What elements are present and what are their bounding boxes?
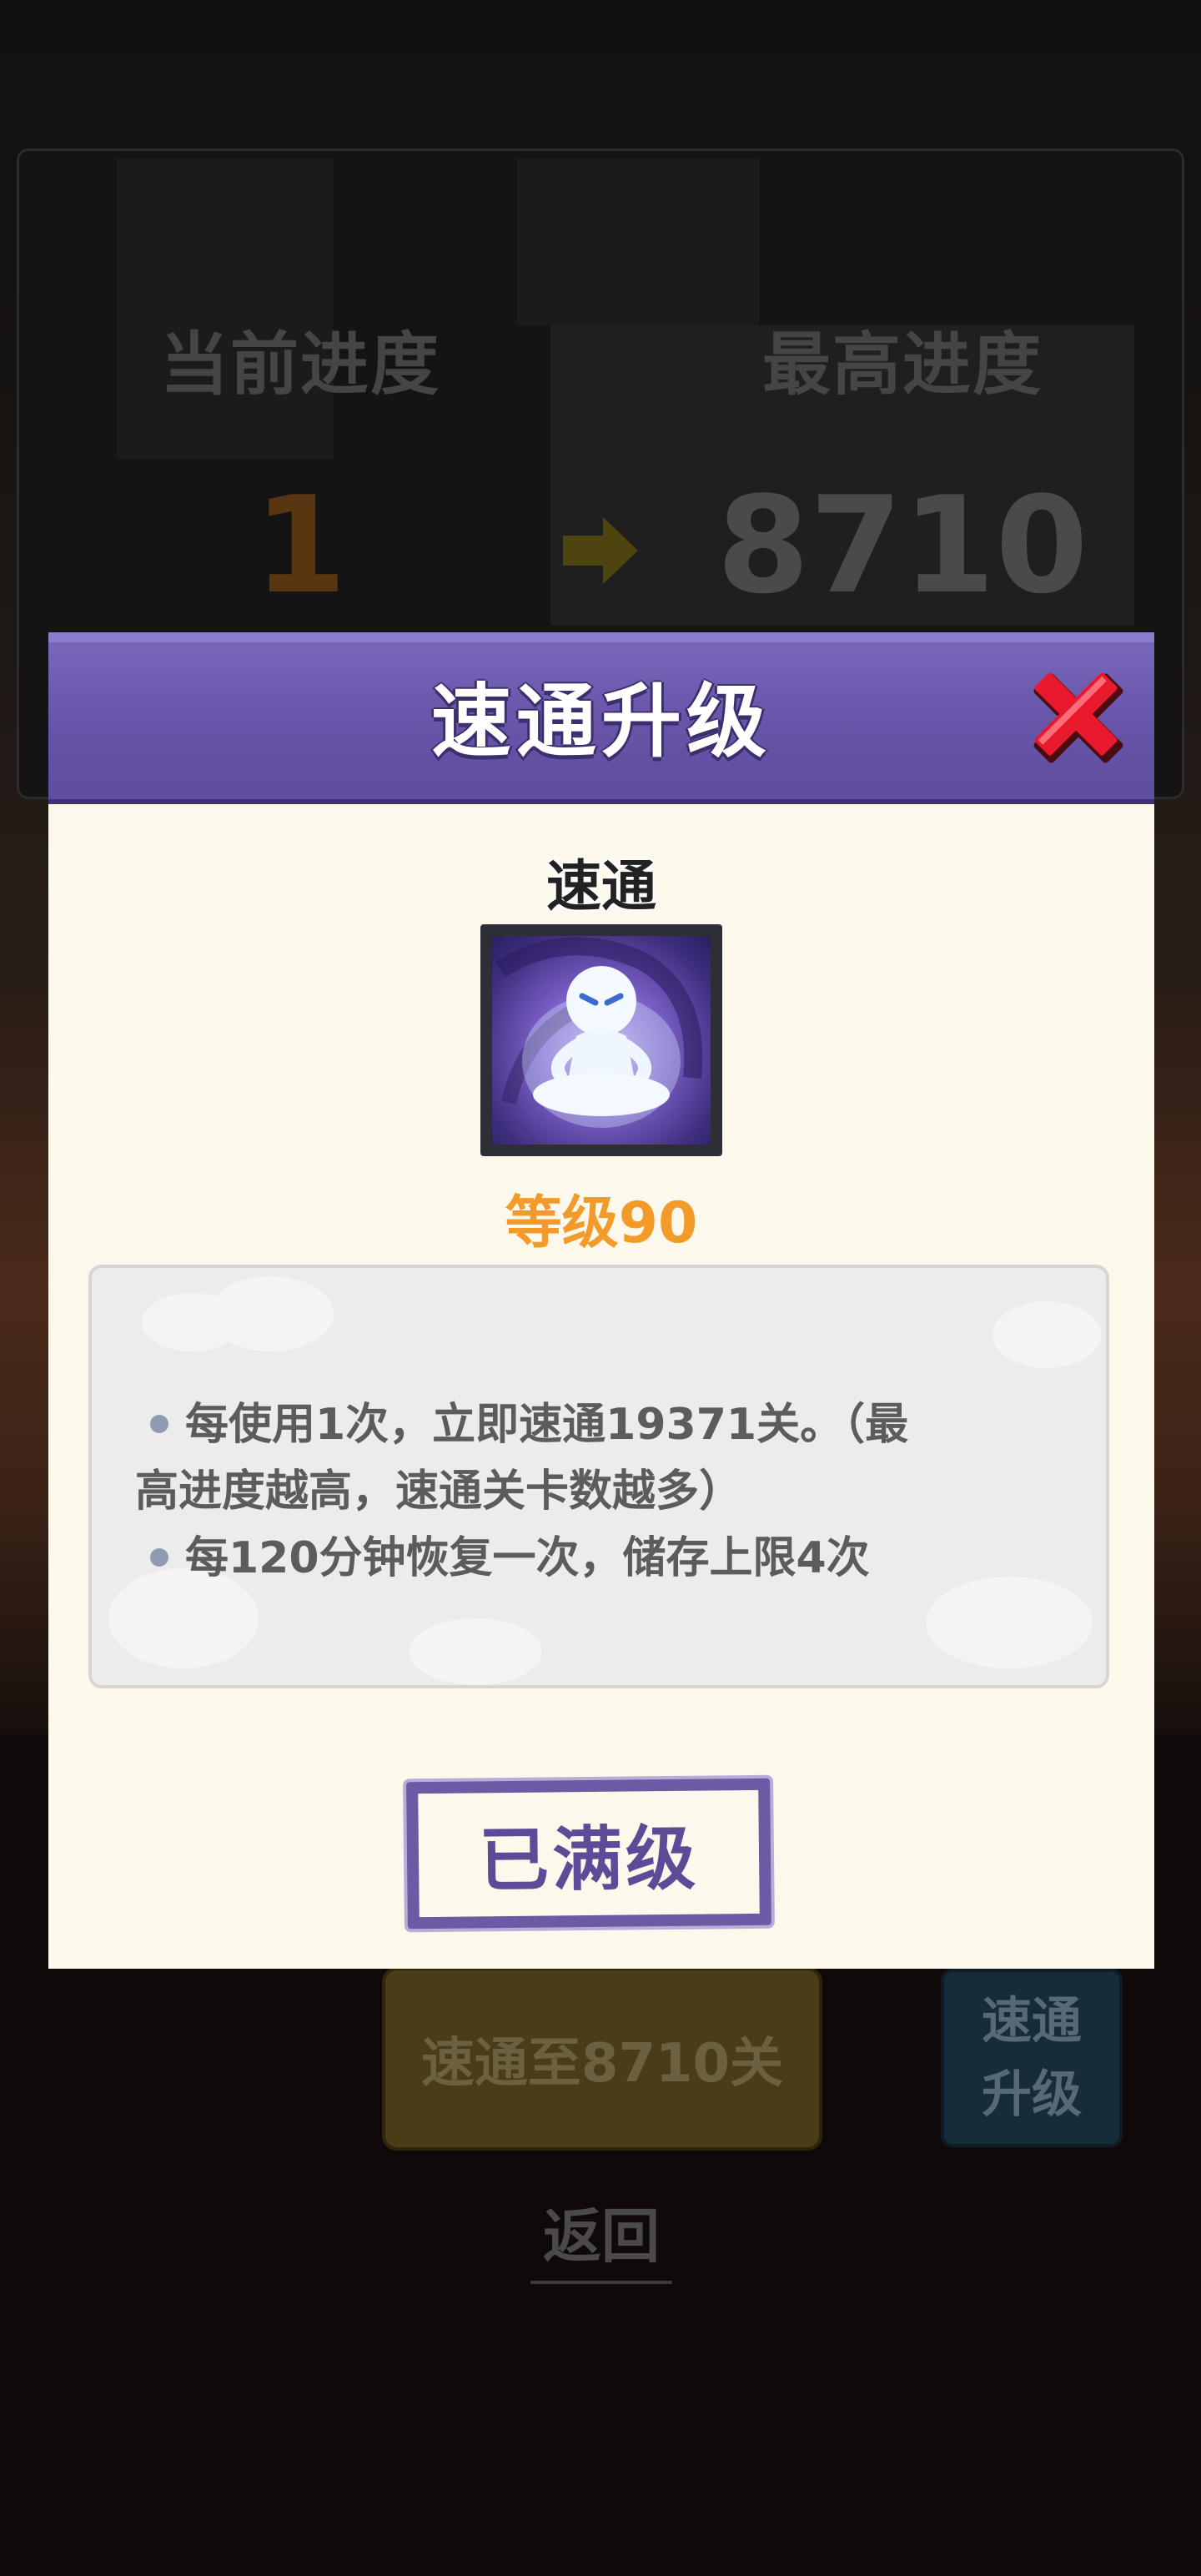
arrow-right-icon: [563, 517, 638, 584]
current-progress-label: 当前进度: [159, 325, 440, 405]
bullet-icon: [150, 1548, 168, 1567]
cloud-decoration: [209, 1276, 334, 1351]
highest-progress-value: 8710: [716, 467, 1088, 623]
skill-icon-frame: [480, 924, 722, 1156]
dialog-title: 速通升级: [431, 675, 771, 768]
close-icon[interactable]: [1024, 664, 1133, 772]
description-line-1: 每使用1次，立即速通19371关。（最: [185, 1400, 909, 1450]
current-progress-value: 1: [254, 467, 347, 623]
quick-pass-button[interactable]: 速通至8710关: [382, 1967, 822, 2151]
cloud-decoration: [409, 1618, 542, 1685]
skill-name: 速通: [546, 854, 656, 918]
skill-upgrade-label-line2: 升级: [982, 2065, 1082, 2124]
back-button[interactable]: 返回: [530, 2190, 672, 2284]
skill-upgrade-label-line1: 速通: [982, 1992, 1082, 2050]
max-level-button[interactable]: 已满级: [406, 1778, 771, 1929]
description-item: 每使用1次，立即速通19371关。（最: [135, 1391, 1069, 1458]
cloud-decoration: [992, 1301, 1101, 1368]
background-pillar: [517, 158, 759, 325]
meditating-spirit-icon: [495, 937, 703, 1128]
description-continuation: 高进度越高，速通关卡数越多）: [135, 1467, 743, 1517]
upgrade-dialog: 速通升级 速通 等级90 每使用1次，立即速通19371关。（最 高进度越高，速…: [48, 632, 1154, 1969]
skill-icon-background: [492, 936, 711, 1145]
description-line-3: 每120分钟恢复一次，储存上限4次: [185, 1533, 870, 1583]
highest-progress-label: 最高进度: [761, 325, 1043, 405]
description-item: 每120分钟恢复一次，储存上限4次: [135, 1525, 1069, 1592]
skill-level: 等级90: [505, 1190, 698, 1256]
dialog-body: 速通 等级90 每使用1次，立即速通19371关。（最 高进度越高，速通关卡数越…: [48, 804, 1154, 1969]
description-text: 每使用1次，立即速通19371关。（最 高进度越高，速通关卡数越多） 每120分…: [135, 1391, 1069, 1592]
description-box: 每使用1次，立即速通19371关。（最 高进度越高，速通关卡数越多） 每120分…: [88, 1265, 1109, 1688]
skill-upgrade-button[interactable]: 速通 升级: [941, 1969, 1123, 2147]
bullet-icon: [150, 1415, 168, 1433]
